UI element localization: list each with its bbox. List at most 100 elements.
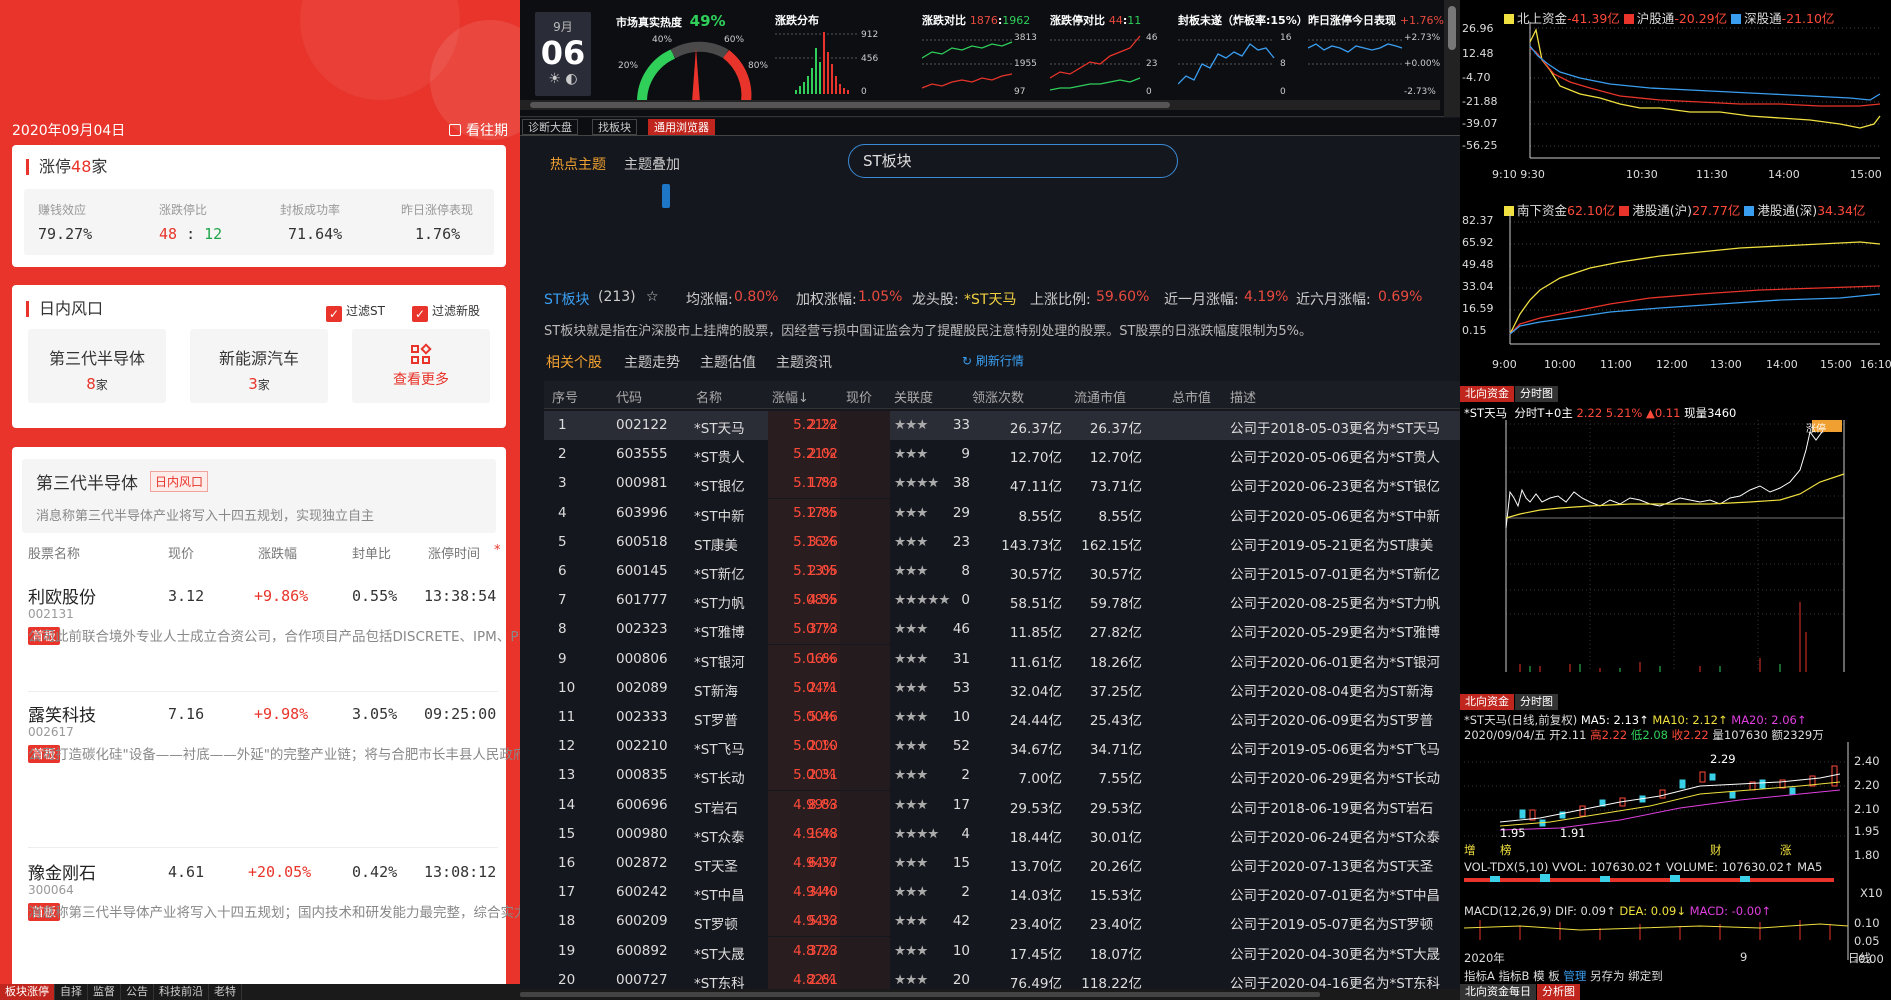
theme-chip[interactable] xyxy=(814,184,822,208)
table-row[interactable]: 12 002210 *ST飞马 5.00% 2.10 ★★★ 52 34.67亿 34.71亿公… xyxy=(544,732,1460,762)
grid-icon xyxy=(411,343,432,365)
tab-supervise[interactable]: 监督 xyxy=(88,984,121,1000)
tab-find-sector[interactable]: 找板块 xyxy=(592,119,637,135)
theme-chip[interactable] xyxy=(968,184,976,208)
tab-notice[interactable]: 公告 xyxy=(121,984,154,1000)
tab-intraday-2[interactable]: 分时图 xyxy=(1515,694,1559,710)
tab-analysis[interactable]: 分析图 xyxy=(1537,984,1581,1000)
view-more-button[interactable]: 查看更多 xyxy=(352,329,490,403)
table-row[interactable]: 18 600209 ST罗顿 4.94% 5.33 ★★★ 42 23.40亿 23.40亿 公司… xyxy=(544,907,1460,937)
tab-old[interactable]: 老特 xyxy=(209,984,242,1000)
theme-chip[interactable] xyxy=(1130,214,1138,238)
seal-fail-chart[interactable]: 封板未遂（炸板率:15%） 16 8 0 xyxy=(1178,8,1308,104)
intraday-chart[interactable]: *ST天马 分时T+0主 2.22 5.21% ▲0.11 现量3460 涨停 xyxy=(1460,402,1891,692)
theme-chip[interactable] xyxy=(662,184,670,208)
up-down-compare-chart[interactable]: 涨跌对比 1876:1962 3813 1955 97 xyxy=(922,8,1042,104)
theme-chip[interactable] xyxy=(902,184,910,208)
theme-tag: 日内风口 xyxy=(150,471,209,492)
theme-chip[interactable] xyxy=(1196,184,1204,208)
manage-button[interactable]: 管理 xyxy=(1563,969,1586,983)
tab-northbound-daily[interactable]: 北向资金每日 xyxy=(1460,984,1537,1000)
history-button[interactable]: 看往期 xyxy=(449,120,508,140)
theme-chip[interactable] xyxy=(1262,184,1270,208)
tab-tech[interactable]: 科技前沿 xyxy=(154,984,209,1000)
table-row[interactable]: 14 600696 ST岩石 4.99% 8.83 ★★★ 17 29.53亿 29.53亿 公司… xyxy=(544,790,1460,820)
theme-chip[interactable] xyxy=(828,214,836,238)
board-button[interactable]: 板 xyxy=(1548,969,1560,983)
tab-hot-theme[interactable]: 热点主题 xyxy=(550,154,606,174)
northbound-flow-chart[interactable]: 北上资金-41.39亿 沪股通-20.29亿 深股通-21.10亿 26.96 1… xyxy=(1460,0,1891,186)
theme-chip[interactable] xyxy=(1020,214,1028,238)
theme-chip[interactable] xyxy=(662,214,670,238)
theme-chip[interactable] xyxy=(844,244,852,268)
tab-limit-up[interactable]: 板块涨停 xyxy=(0,984,55,1000)
tab-related-stocks[interactable]: 相关个股 xyxy=(546,352,602,372)
table-row[interactable]: 11 002333 ST罗普 5.00% 5.46 ★★★ 10 24.44亿 25.43亿 公司… xyxy=(544,703,1460,732)
theme-chip[interactable] xyxy=(1226,214,1234,238)
table-row[interactable]: 8 002323 *ST雅博 5.07% 3.73 ★★★ 46 11.85亿 27.82亿 公司… xyxy=(544,615,1460,645)
svg-text:97: 97 xyxy=(1014,87,1025,97)
theme-chip[interactable] xyxy=(940,214,948,238)
filter-new-checkbox[interactable]: ✓ 过滤新股 xyxy=(412,302,480,322)
table-row[interactable]: 19 600892 *ST大晟 4.87% 3.23 ★★★ 10 17.45亿 18.07亿公… xyxy=(544,936,1460,966)
kline-chart[interactable]: *ST天马(日线,前复权) MA5: 2.13↑ MA10: 2.12↑ MA2… xyxy=(1460,710,1891,984)
right-charts-panel: 北上资金-41.39亿 沪股通-20.29亿 深股通-21.10亿 26.96 1… xyxy=(1460,0,1891,1000)
tab-theme-news[interactable]: 主题资讯 xyxy=(776,352,832,372)
theme-chip[interactable] xyxy=(1114,184,1122,208)
limit-compare-chart[interactable]: 涨跌停对比 44:11 46 23 0 xyxy=(1050,8,1170,104)
tab-theme-trend[interactable]: 主题走势 xyxy=(624,352,680,372)
yesterday-limit-chart[interactable]: 昨日涨停今日表现 +1.76% +2.73% +0.00% -2.73% xyxy=(1308,8,1444,104)
tab-diagnose[interactable]: 诊断大盘 xyxy=(522,119,578,135)
table-horizontal-scrollbar[interactable] xyxy=(520,989,1460,1000)
top-horizontal-scrollbar[interactable] xyxy=(520,100,1440,110)
table-row[interactable]: 2 603555 *ST贵人 5.21% 2.02 ★★★ 9 12.70亿 12.70亿 公司于… xyxy=(544,440,1460,470)
table-row[interactable]: 17 600242 *ST中昌 4.94% 3.40 ★★★ 2 14.03亿 15.53亿 公司… xyxy=(544,878,1460,908)
tab-northbound[interactable]: 北向资金 xyxy=(1460,386,1515,402)
tab-theme-valuation[interactable]: 主题估值 xyxy=(700,352,756,372)
theme-chip[interactable] xyxy=(1314,184,1322,208)
table-row[interactable]: 6 600145 *ST新亿 5.13% 2.05 ★★★ 8 30.57亿 30.57亿 公司于… xyxy=(544,557,1460,586)
tab-self[interactable]: 自择 xyxy=(55,984,88,1000)
top-vertical-scrollbar[interactable] xyxy=(1444,0,1460,117)
template-button[interactable]: 模 xyxy=(1533,969,1545,983)
table-row[interactable]: 5 600518 ST康美 5.16% 3.26 ★★★ 23 143.73亿 162.15亿公… xyxy=(544,527,1460,557)
table-row[interactable]: 13 000835 *ST长动 5.00% 2.31 ★★★ 2 7.00亿 7.55亿 公司于2… xyxy=(544,761,1460,791)
tab-intraday[interactable]: 分时图 xyxy=(1515,386,1559,402)
theme-chip[interactable] xyxy=(746,214,754,238)
theme-chip[interactable] xyxy=(746,244,754,268)
theme-search-input[interactable]: ST板块 xyxy=(848,144,1178,178)
tab-northbound-2[interactable]: 北向资金 xyxy=(1460,694,1515,710)
calendar-icon xyxy=(449,124,461,136)
save-as-button[interactable]: 另存为 xyxy=(1590,969,1625,983)
favorite-star-icon[interactable]: ☆ xyxy=(646,289,659,305)
southbound-flow-chart[interactable]: 南下资金62.10亿 港股通(沪)27.77亿 港股通(深)34.34亿 82.… xyxy=(1460,194,1891,380)
table-row[interactable]: 15 000980 *ST众泰 4.96% 1.48 ★★★★ 4 18.44亿 30.01亿公… xyxy=(544,819,1460,849)
limit-up-stats: 赚钱效应 79.27% 涨跌停比 48 : 12 封板成功率 71.64% 昨日涨停表… xyxy=(24,189,494,255)
table-row[interactable]: 7 601777 *ST力帆 5.08% 4.55 ★★★★★ 0 58.51亿 59.78亿公… xyxy=(544,586,1460,616)
svg-text:60%: 60% xyxy=(724,35,744,45)
table-row[interactable]: 9 000806 *ST银河 5.06% 1.66 ★★★ 31 11.61亿 18.26亿 公司… xyxy=(544,644,1460,674)
table-row[interactable]: 1 002122 *ST天马 5.21% 2.22 ★★★ 33 26.37亿 26.37亿 公司… xyxy=(544,411,1460,440)
theme-chip[interactable] xyxy=(1392,184,1400,208)
table-row[interactable]: 16 002872 ST天圣 4.94% 6.37 ★★★ 15 13.70亿 20.26亿 公司… xyxy=(544,849,1460,878)
svg-text:23: 23 xyxy=(1146,59,1157,69)
filter-st-checkbox[interactable]: ✓ 过滤ST xyxy=(326,302,385,322)
wind-item-semiconductor[interactable]: 第三代半导体 8家 xyxy=(28,329,166,403)
refresh-button[interactable]: ↻ 刷新行情 xyxy=(962,352,1024,369)
table-row[interactable]: 4 603996 *ST中新 5.17% 2.85 ★★★ 29 8.55亿 8.55亿 公司于2… xyxy=(544,498,1460,528)
wind-item-nev[interactable]: 新能源汽车 3家 xyxy=(190,329,328,403)
theme-chip[interactable] xyxy=(930,244,938,268)
indicator-a-button[interactable]: 指标A xyxy=(1464,969,1495,983)
table-row[interactable]: 10 002089 ST新海 5.04% 2.71 ★★★ 53 32.04亿 37.25亿 公司… xyxy=(544,673,1460,703)
bind-button[interactable]: 绑定到 xyxy=(1628,969,1663,983)
theme-chip[interactable] xyxy=(1336,214,1344,238)
theme-chip[interactable] xyxy=(662,244,670,268)
tab-browser[interactable]: 通用浏览器 xyxy=(648,119,715,135)
theme-chip[interactable] xyxy=(1046,184,1054,208)
distribution-chart[interactable]: 涨跌分布 912 456 0 xyxy=(775,8,885,104)
market-heat-gauge[interactable]: 市场真实热度 49% 20% 40% 60% 80% xyxy=(616,8,776,104)
theme-chip[interactable] xyxy=(736,184,744,208)
tab-theme-overlay[interactable]: 主题叠加 xyxy=(624,154,680,174)
indicator-b-button[interactable]: 指标B xyxy=(1499,969,1530,983)
table-row[interactable]: 3 000981 *ST银亿 5.17% 1.83 ★★★★ 38 47.11亿 73.71亿公… xyxy=(544,469,1460,499)
